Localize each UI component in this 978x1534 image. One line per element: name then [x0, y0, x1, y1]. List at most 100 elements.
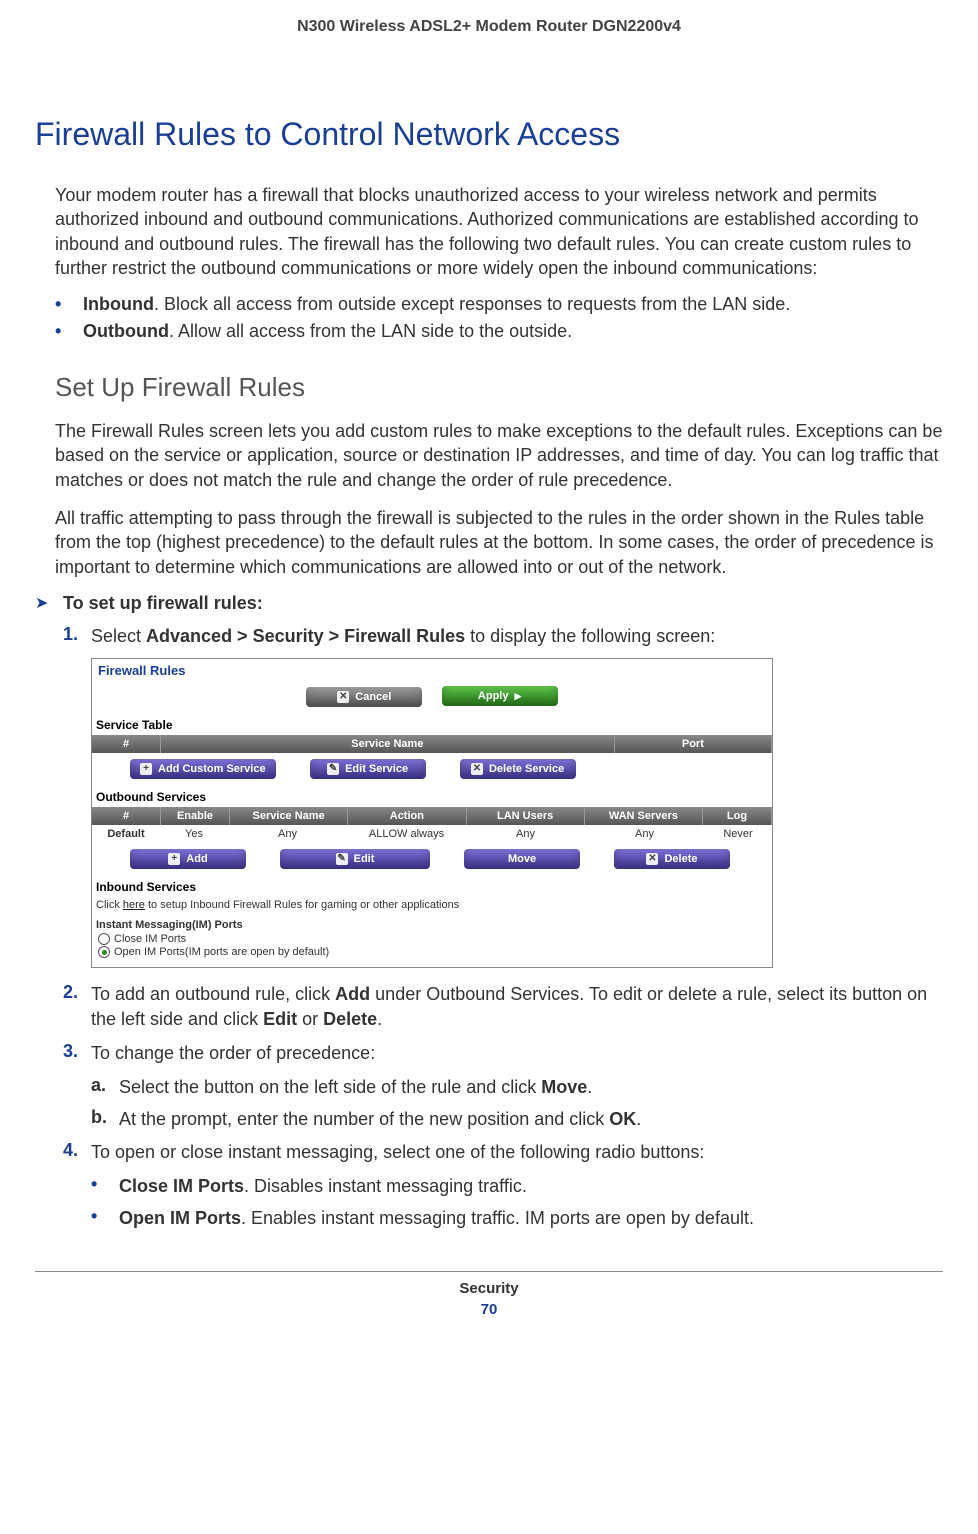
sub-letter: a.: [91, 1075, 119, 1099]
edit-button[interactable]: ✎ Edit: [280, 849, 430, 869]
inbound-services-label: Inbound Services: [92, 877, 772, 897]
bullet-inbound: • Inbound. Block all access from outside…: [35, 294, 943, 315]
s2b: Add: [335, 984, 370, 1004]
row-any3: Any: [585, 825, 704, 843]
x-icon: ✕: [646, 853, 658, 865]
s2d: Edit: [263, 1009, 297, 1029]
sub-letter: b.: [91, 1107, 119, 1131]
apply-label: Apply: [478, 690, 509, 702]
s4a-text: . Disables instant messaging traffic.: [244, 1176, 527, 1196]
s3b-bold: OK: [609, 1109, 636, 1129]
add-custom-service-button[interactable]: + Add Custom Service: [130, 759, 276, 779]
cancel-label: Cancel: [355, 691, 391, 703]
bullet-outbound-label: Outbound: [83, 321, 169, 341]
outbound-services-label: Outbound Services: [92, 787, 772, 807]
col-action: Action: [348, 807, 466, 825]
step4-text: To open or close instant messaging, sele…: [91, 1140, 943, 1164]
step-number: 2.: [63, 982, 91, 1031]
open-im-ports-radio[interactable]: Open IM Ports(IM ports are open by defau…: [98, 946, 768, 958]
footer-section: Security: [35, 1280, 943, 1297]
apply-button[interactable]: Apply ▶: [442, 686, 558, 706]
footer-page-number: 70: [35, 1301, 943, 1318]
step1-post: to display the following screen:: [465, 626, 715, 646]
cancel-button[interactable]: ✕ Cancel: [306, 687, 422, 707]
step-1: 1. Select Advanced > Security > Firewall…: [35, 624, 943, 648]
add-button[interactable]: + Add: [130, 849, 246, 869]
step-3: 3. To change the order of precedence:: [35, 1041, 943, 1065]
bullet-dot-icon: •: [91, 1206, 119, 1230]
panel-title: Firewall Rules: [92, 659, 772, 682]
row-allow: ALLOW always: [347, 825, 466, 843]
bullet-dot-icon: •: [55, 294, 83, 315]
row-never: Never: [704, 825, 772, 843]
inbound-post: to setup Inbound Firewall Rules for gami…: [145, 899, 459, 911]
row-any1: Any: [228, 825, 347, 843]
outbound-default-row: Default Yes Any ALLOW always Any Any Nev…: [92, 825, 772, 843]
step-4-close: • Close IM Ports. Disables instant messa…: [35, 1174, 943, 1198]
edit-service-button[interactable]: ✎ Edit Service: [310, 759, 426, 779]
step-3a: a. Select the button on the left side of…: [35, 1075, 943, 1099]
bullet-inbound-label: Inbound: [83, 294, 154, 314]
step-4: 4. To open or close instant messaging, s…: [35, 1140, 943, 1164]
step-2: 2. To add an outbound rule, click Add un…: [35, 982, 943, 1031]
bullet-dot-icon: •: [55, 321, 83, 342]
step-4-open: • Open IM Ports. Enables instant messagi…: [35, 1206, 943, 1230]
s3a-bold: Move: [541, 1077, 587, 1097]
subsection-p1: The Firewall Rules screen lets you add c…: [35, 419, 943, 492]
inbound-here-link[interactable]: here: [123, 899, 145, 911]
x-icon: ✕: [471, 763, 483, 775]
service-table-label: Service Table: [92, 715, 772, 735]
s2g: .: [377, 1009, 382, 1029]
delete-service-label: Delete Service: [489, 763, 564, 775]
row-default: Default: [92, 825, 160, 843]
s3b-pre: At the prompt, enter the number of the n…: [119, 1109, 609, 1129]
col-wan: WAN Servers: [585, 807, 703, 825]
col-service-name: Service Name: [161, 735, 615, 753]
arrow-icon: ➤: [35, 593, 63, 613]
move-button[interactable]: Move: [464, 849, 580, 869]
document-header: N300 Wireless ADSL2+ Modem Router DGN220…: [35, 18, 943, 36]
add-custom-label: Add Custom Service: [158, 763, 266, 775]
page-footer: Security 70: [35, 1271, 943, 1318]
pencil-icon: ✎: [327, 763, 339, 775]
s2a: To add an outbound rule, click: [91, 984, 335, 1004]
col-service-name: Service Name: [230, 807, 348, 825]
plus-icon: +: [140, 763, 152, 775]
inbound-pre: Click: [96, 899, 123, 911]
step-3b: b. At the prompt, enter the number of th…: [35, 1107, 943, 1131]
open-im-label: Open IM Ports(IM ports are open by defau…: [114, 946, 329, 958]
col-port: Port: [615, 735, 772, 753]
page-title: Firewall Rules to Control Network Access: [35, 116, 943, 153]
intro-paragraph: Your modem router has a firewall that bl…: [35, 183, 943, 280]
bullet-outbound-text: . Allow all access from the LAN side to …: [169, 321, 572, 341]
delete-service-button[interactable]: ✕ Delete Service: [460, 759, 576, 779]
play-icon: ▶: [514, 691, 521, 702]
s4b-bold: Open IM Ports: [119, 1208, 241, 1228]
row-any2: Any: [466, 825, 585, 843]
move-label: Move: [508, 853, 536, 865]
im-ports-section: Instant Messaging(IM) Ports Close IM Por…: [92, 917, 772, 967]
task-label: To set up firewall rules:: [63, 593, 263, 614]
bullet-outbound: • Outbound. Allow all access from the LA…: [35, 321, 943, 342]
radio-icon: [98, 933, 110, 945]
close-im-ports-radio[interactable]: Close IM Ports: [98, 933, 768, 945]
im-title: Instant Messaging(IM) Ports: [96, 919, 768, 931]
task-heading: ➤ To set up firewall rules:: [35, 593, 943, 614]
edit-service-label: Edit Service: [345, 763, 408, 775]
outbound-header: # Enable Service Name Action LAN Users W…: [92, 807, 772, 825]
radio-selected-icon: [98, 946, 110, 958]
inbound-help-text: Click here to setup Inbound Firewall Rul…: [92, 897, 772, 917]
s4b-text: . Enables instant messaging traffic. IM …: [241, 1208, 754, 1228]
firewall-rules-screenshot: Firewall Rules ✕ Cancel Apply ▶ Service …: [91, 658, 773, 968]
step-number: 1.: [63, 624, 91, 648]
s3a-pre: Select the button on the left side of th…: [119, 1077, 541, 1097]
delete-button[interactable]: ✕ Delete: [614, 849, 730, 869]
edit-label: Edit: [354, 853, 375, 865]
col-num: #: [92, 735, 161, 753]
step-number: 3.: [63, 1041, 91, 1065]
bullet-inbound-text: . Block all access from outside except r…: [154, 294, 790, 314]
x-icon: ✕: [337, 691, 349, 703]
step-number: 4.: [63, 1140, 91, 1164]
delete-label: Delete: [664, 853, 697, 865]
s3a-post: .: [587, 1077, 592, 1097]
